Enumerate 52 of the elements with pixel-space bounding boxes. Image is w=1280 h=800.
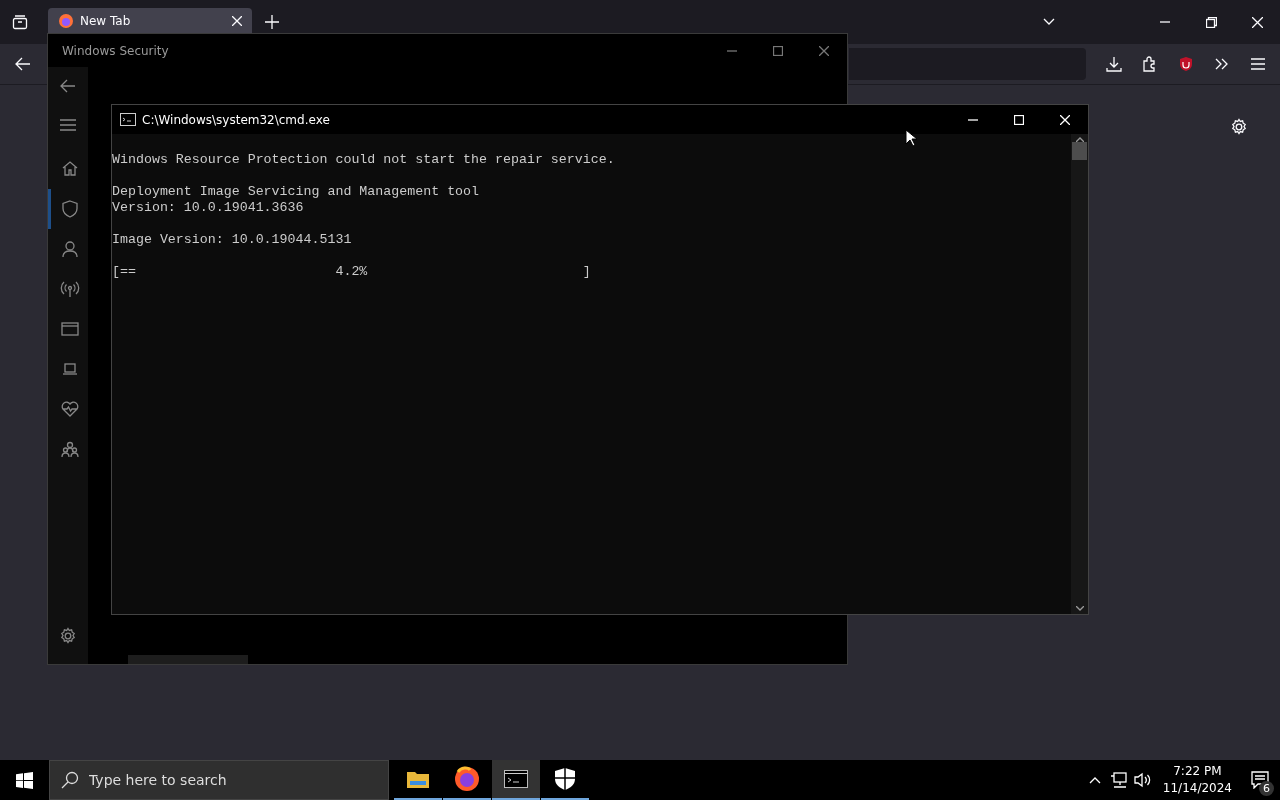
chevron-down-icon[interactable] [1043, 18, 1055, 26]
speaker-icon[interactable] [1133, 772, 1152, 788]
network-icon[interactable] [1109, 772, 1128, 788]
heart-pulse-icon [59, 399, 80, 419]
browser-tab[interactable]: New Tab [48, 8, 252, 33]
shield-extension-icon[interactable] [1178, 56, 1194, 72]
broadcast-icon [59, 279, 80, 299]
console-line: Image Version: 10.0.19044.5131 [112, 232, 353, 248]
tab-title: New Tab [80, 13, 131, 28]
maximize-icon [773, 45, 783, 56]
clock-date: 11/14/2024 [1162, 780, 1232, 797]
chevron-up-icon[interactable] [1088, 776, 1101, 784]
taskbar-app[interactable] [492, 760, 540, 800]
terminal-icon [504, 770, 528, 788]
download-icon[interactable] [1106, 56, 1122, 72]
windows-logo-icon [15, 771, 33, 789]
clock-time: 7:22 PM [1173, 763, 1222, 780]
search-icon [61, 771, 79, 789]
close-icon [819, 45, 829, 56]
tab-manager-icon[interactable] [12, 14, 28, 30]
close-icon[interactable] [1251, 16, 1263, 28]
scrollbar-thumb[interactable] [1072, 142, 1087, 160]
close-icon [1060, 114, 1070, 125]
notification-button[interactable]: 6 [1240, 760, 1280, 800]
clock[interactable]: 7:22 PM 11/14/2024 [1154, 763, 1240, 797]
console-line: Windows Resource Protection could not start the repair service. [112, 152, 616, 168]
people-icon [59, 439, 80, 459]
new-tab-icon[interactable] [265, 15, 279, 29]
person-icon [59, 239, 80, 259]
horizontal-scrollbar[interactable] [128, 655, 248, 664]
window-title: Windows Security [61, 43, 170, 58]
browser-logo-icon [454, 766, 480, 792]
menu-icon[interactable] [60, 119, 76, 131]
restore-icon[interactable] [1205, 16, 1217, 28]
search-field[interactable]: Type here to search [49, 760, 389, 800]
vertical-scrollbar[interactable] [1071, 134, 1088, 614]
notification-count: 6 [1259, 781, 1274, 796]
puzzle-icon[interactable] [1142, 56, 1158, 72]
window-icon [59, 319, 80, 339]
overflow-chevrons-icon[interactable] [1215, 58, 1229, 70]
console-app-icon [120, 113, 136, 126]
window-title: C:\Windows\system32\cmd.exe [141, 112, 331, 127]
folder-icon [406, 769, 430, 789]
browser-logo-icon [58, 12, 74, 29]
console-line: Deployment Image Servicing and Management tool [112, 184, 481, 200]
shield-icon [554, 767, 576, 791]
console-line: Version: 10.0.19041.3636 [112, 200, 305, 216]
scroll-down-icon [1075, 606, 1084, 611]
close-icon[interactable] [232, 15, 242, 26]
shield-icon [59, 199, 80, 219]
maximize-icon [1014, 114, 1024, 125]
console-line: [== 4.2% ] [112, 264, 592, 280]
